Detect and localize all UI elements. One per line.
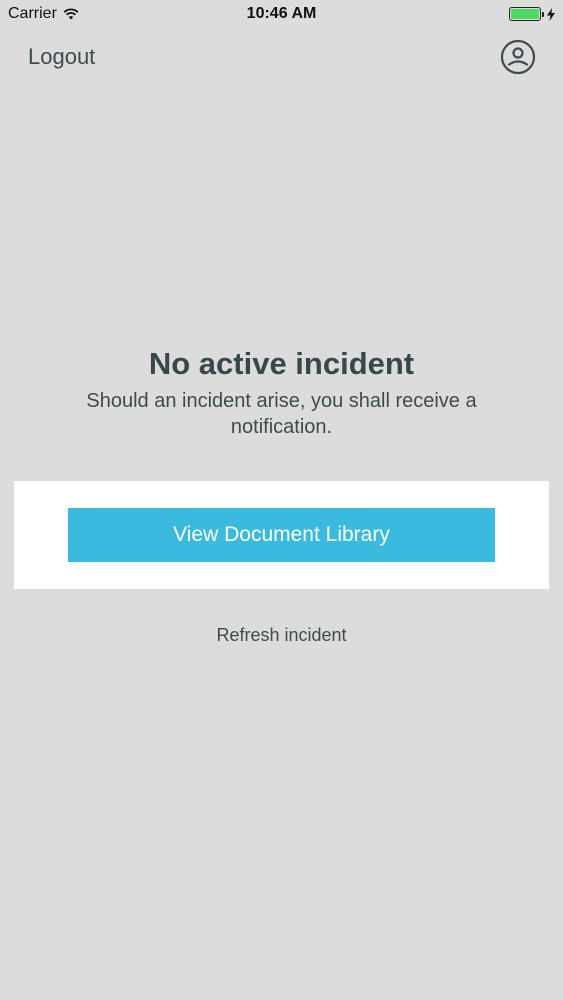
charging-icon	[547, 7, 555, 21]
library-card: View Document Library	[14, 481, 549, 589]
battery-tip	[542, 11, 544, 17]
profile-button[interactable]	[500, 39, 536, 75]
battery-group	[509, 7, 555, 21]
incident-screen: Carrier 10:46 AM Logout No active incide…	[0, 0, 563, 1000]
status-bar: Carrier 10:46 AM	[0, 0, 563, 30]
refresh-incident-button[interactable]: Refresh incident	[0, 625, 563, 646]
status-time: 10:46 AM	[246, 5, 317, 22]
user-circle-icon	[500, 39, 536, 75]
battery-level	[511, 9, 539, 19]
message-body: Should an incident arise, you shall rece…	[86, 390, 477, 438]
battery-icon	[509, 7, 541, 21]
message-title: No active incident	[148, 346, 415, 381]
view-document-library-button[interactable]: View Document Library	[68, 508, 495, 562]
logout-button[interactable]: Logout	[28, 44, 95, 70]
